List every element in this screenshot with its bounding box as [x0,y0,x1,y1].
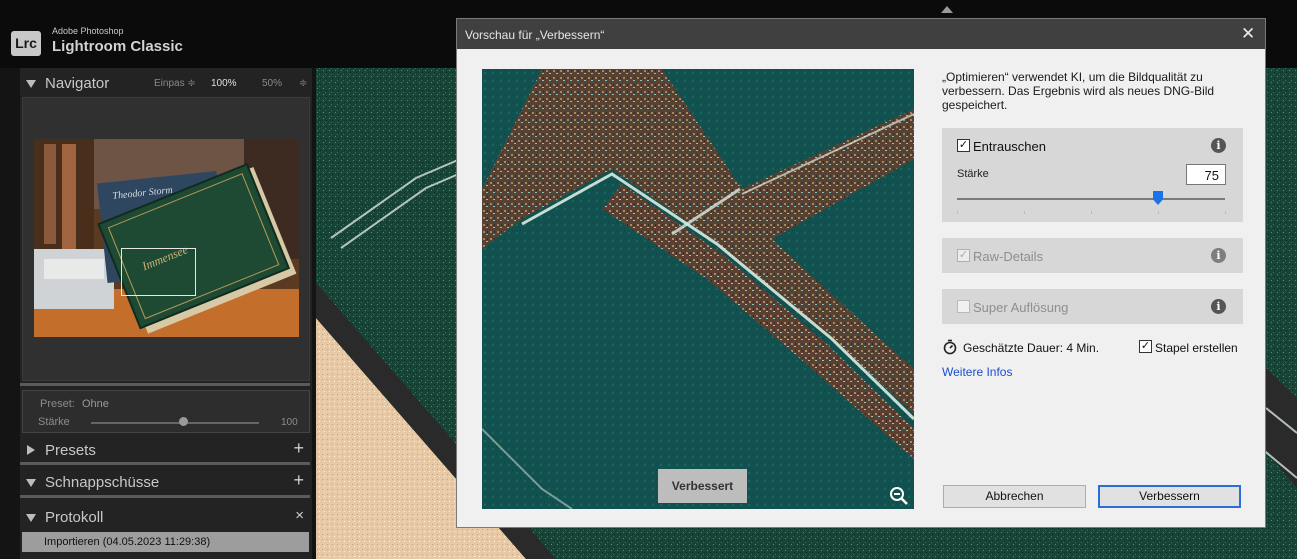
brand-subtitle: Adobe Photoshop [52,26,124,36]
lightroom-window: Lrc Adobe Photoshop Lightroom Classic Na… [0,0,1297,559]
raw-details-group: ✓ Raw-Details i [942,238,1243,273]
history-title: Protokoll [45,509,104,526]
slider-tick [1158,211,1159,214]
denoise-strength-label: Stärke [957,168,989,180]
close-icon[interactable]: ✕ [1241,24,1255,44]
enhance-preview-dialog: Vorschau für „Verbessern“ ✕ Verbessert „… [456,18,1266,528]
expand-triangle-icon[interactable] [27,445,35,455]
collapse-triangle-icon[interactable] [26,479,36,487]
preset-strength-thumb[interactable] [179,417,189,426]
denoise-strength-input[interactable]: 75 [1186,164,1226,185]
preset-value[interactable]: Ohne [82,398,109,410]
enhance-button[interactable]: Verbessern [1098,485,1241,508]
collapse-triangle-icon[interactable] [26,80,36,88]
denoise-strength-thumb[interactable] [1153,191,1163,205]
snapshots-title: Schnappschüsse [45,474,160,491]
stopwatch-icon [942,339,958,355]
preview-status-badge[interactable]: Verbessert [658,469,747,503]
navigator-header[interactable]: Navigator Einpas ≑ 100% 50% ≑ [20,69,312,99]
clear-history-x-icon[interactable]: × [295,507,304,524]
info-icon[interactable]: i [1211,299,1226,314]
info-icon[interactable]: i [1211,248,1226,263]
dialog-description: „Optimieren“ verwendet KI, um die Bildqu… [942,70,1215,112]
history-item[interactable]: Importieren (04.05.2023 11:29:38) [22,532,309,552]
zoom-50-option[interactable]: 50% [262,78,282,89]
collapse-triangle-icon[interactable] [26,514,36,522]
zoom-more-option[interactable]: ≑ [299,78,307,89]
dialog-title: Vorschau für „Verbessern“ [465,28,605,42]
denoise-group: ✓ Entrauschen i Stärke 75 [942,128,1243,222]
preset-strength-label: Stärke [38,416,70,428]
snapshots-header[interactable]: Schnappschüsse + [20,468,312,498]
app-logo: Lrc [11,31,41,56]
raw-details-checkbox[interactable]: ✓ [957,249,970,262]
navigator-title: Navigator [45,75,110,92]
navigator-thumbnail[interactable]: Theodor Storm Immensee [34,139,299,337]
create-stack-label: Stapel erstellen [1155,341,1238,355]
preset-label: Preset: [40,398,75,410]
estimated-duration: Geschätzte Dauer: 4 Min. [963,341,1100,355]
create-stack-checkbox[interactable]: ✓ [1139,340,1152,353]
super-resolution-checkbox[interactable] [957,300,970,313]
zoom-100-option[interactable]: 100% [211,78,237,89]
slider-tick [1024,211,1025,214]
left-panel-edge[interactable] [0,68,20,559]
denoise-checkbox[interactable]: ✓ [957,139,970,152]
enhance-preview-image[interactable]: Verbessert [482,69,914,509]
preset-box: Preset: Ohne Stärke 100 [22,390,310,433]
denoise-strength-track[interactable] [957,198,1225,200]
super-resolution-group: Super Auflösung i [942,289,1243,324]
preset-strength-track[interactable] [91,422,259,424]
raw-details-label: Raw-Details [973,249,1044,264]
section-divider [20,495,310,498]
history-header[interactable]: Protokoll × [20,503,312,533]
section-divider [20,383,310,386]
navigator-view-rect[interactable] [121,248,196,296]
super-resolution-label: Super Auflösung [973,300,1069,315]
slider-tick [957,211,958,214]
zoom-out-icon[interactable] [888,485,910,507]
presets-title: Presets [45,442,96,459]
cancel-button[interactable]: Abbrechen [943,485,1086,508]
preset-strength-value: 100 [281,417,298,428]
info-icon[interactable]: i [1211,138,1226,153]
slider-tick [1225,211,1226,214]
add-preset-plus-icon[interactable]: + [293,438,304,459]
section-divider [20,462,310,465]
add-snapshot-plus-icon[interactable]: + [293,470,304,491]
dialog-title-bar[interactable]: Vorschau für „Verbessern“ ✕ [457,19,1265,49]
denoise-label: Entrauschen [973,139,1046,154]
slider-tick [1091,211,1092,214]
zoom-fit-option[interactable]: Einpas ≑ [154,78,196,89]
panel-toggle-arrow-icon[interactable] [941,6,953,13]
more-info-link[interactable]: Weitere Infos [942,365,1012,379]
brand-title: Lightroom Classic [52,38,183,55]
